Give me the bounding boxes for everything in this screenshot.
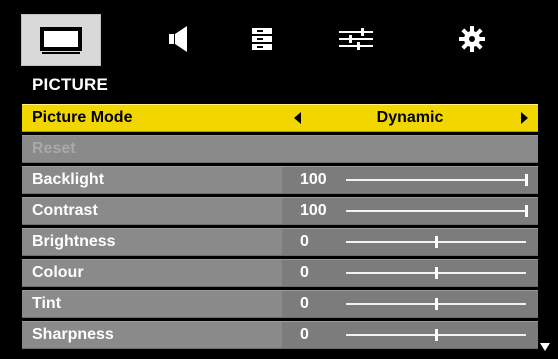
setting-value: 0 [300,264,309,281]
setting-label: Contrast [32,202,98,219]
picture-tab[interactable] [21,14,101,66]
setup-tab[interactable] [316,10,396,68]
menu-tabs [12,10,542,68]
setting-label: Tint [32,295,62,312]
slider-knob[interactable] [435,329,438,341]
setting-value: 0 [300,326,309,343]
setting-value: 0 [300,233,309,250]
monitor-icon [40,27,82,54]
gear-icon [459,26,485,52]
setting-slider[interactable] [346,267,526,279]
setting-slider[interactable] [346,329,526,341]
setting-slider[interactable] [346,205,528,217]
arrow-right-icon[interactable] [521,112,528,124]
setting-row-contrast[interactable]: Contrast 100 [22,197,538,225]
slider-track [346,179,526,181]
setting-value: 0 [300,295,309,312]
picture-mode-value: Dynamic [376,109,444,126]
setting-slider[interactable] [346,298,526,310]
setting-row-sharpness[interactable]: Sharpness 0 [22,321,538,349]
picture-mode-label: Picture Mode [32,109,133,126]
slider-track [346,210,526,212]
picture-mode-selector[interactable]: Dynamic [282,105,538,131]
setting-label: Backlight [32,171,105,188]
slider-knob[interactable] [525,205,528,217]
reset-label: Reset [32,140,76,157]
setting-label: Sharpness [32,326,114,343]
tv-menu-screen: PICTURE Picture Mode Dynamic Reset Backl… [0,0,558,359]
scroll-down-icon[interactable] [540,343,550,351]
list-icon [252,28,272,50]
reset-row: Reset [22,135,538,163]
slider-knob[interactable] [435,298,438,310]
setting-label: Colour [32,264,84,281]
settings-menu: Picture Mode Dynamic Reset Backlight 100 C… [22,104,538,352]
slider-knob[interactable] [435,236,438,248]
settings-tab[interactable] [432,10,512,68]
sound-tab[interactable] [138,10,218,68]
setting-value: 100 [300,202,327,219]
slider-knob[interactable] [435,267,438,279]
channel-tab[interactable] [222,10,302,68]
sliders-icon [339,28,373,50]
setting-value: 100 [300,171,327,188]
slider-knob[interactable] [525,174,528,186]
speaker-icon [169,26,187,52]
setting-row-brightness[interactable]: Brightness 0 [22,228,538,256]
picture-mode-row[interactable]: Picture Mode Dynamic [22,104,538,132]
setting-row-tint[interactable]: Tint 0 [22,290,538,318]
setting-slider[interactable] [346,174,528,186]
setting-row-backlight[interactable]: Backlight 100 [22,166,538,194]
setting-label: Brightness [32,233,116,250]
setting-slider[interactable] [346,236,526,248]
setting-row-colour[interactable]: Colour 0 [22,259,538,287]
section-title: PICTURE [32,75,109,94]
